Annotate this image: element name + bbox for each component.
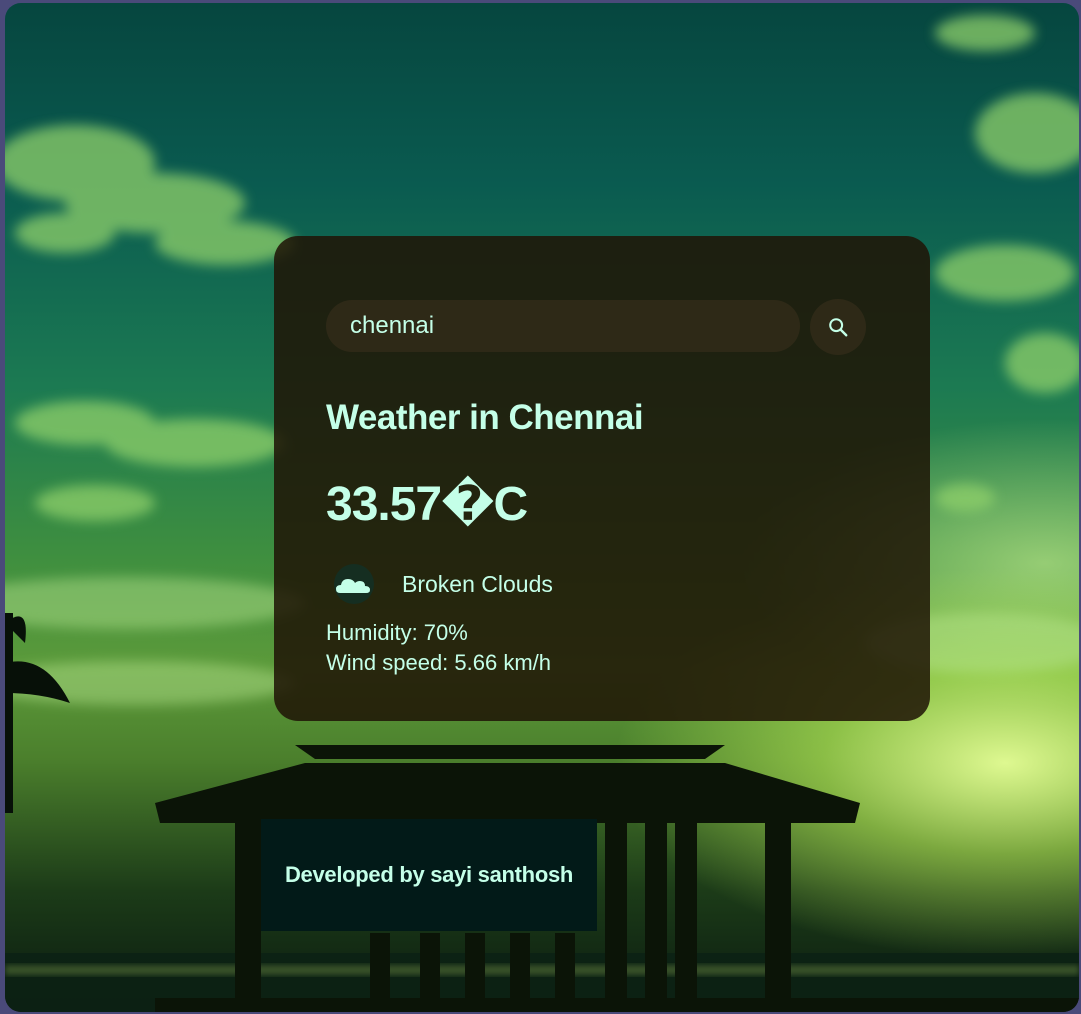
search-icon	[829, 318, 848, 337]
app-window: Weather in Chennai 33.57�C Broken Clouds…	[5, 3, 1079, 1012]
weather-card: Weather in Chennai 33.57�C Broken Clouds…	[274, 236, 930, 721]
footer-credit: Developed by sayi santhosh	[261, 819, 597, 931]
city-title: Weather in Chennai	[326, 398, 644, 437]
condition-row: Broken Clouds	[330, 564, 553, 604]
developer-credit: Developed by sayi santhosh	[284, 862, 574, 887]
palm-silhouette	[5, 613, 70, 813]
condition-text: Broken Clouds	[402, 570, 553, 597]
cloud-icon	[334, 564, 374, 604]
humidity-text: Humidity: 70%	[326, 620, 468, 645]
temperature: 33.57�C	[326, 478, 528, 531]
search-bar	[326, 299, 870, 355]
search-button[interactable]	[810, 299, 866, 355]
search-input[interactable]	[326, 300, 800, 352]
wind-speed-text: Wind speed: 5.66 km/h	[326, 650, 552, 675]
